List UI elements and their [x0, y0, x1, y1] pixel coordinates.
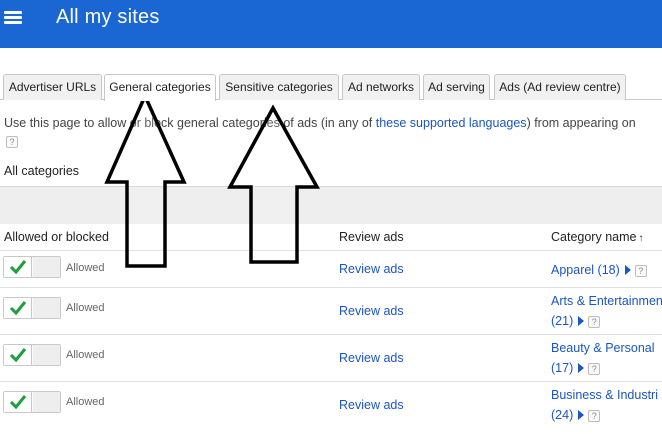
category-link[interactable]: Beauty & Personal: [551, 341, 655, 355]
header-review-ads: Review ads: [339, 230, 404, 244]
up-arrow-annotation: [227, 104, 320, 264]
header-category-label: Category name: [551, 230, 637, 244]
table-row: Allowed Review ads Beauty & Personal (17…: [0, 334, 662, 381]
category-link[interactable]: Business & Industri: [551, 388, 658, 402]
category-count[interactable]: (17)?: [551, 361, 601, 375]
review-ads-link[interactable]: Review ads: [339, 304, 404, 318]
header-category-name[interactable]: Category name ↑: [551, 230, 643, 244]
allow-block-toggle[interactable]: [3, 391, 61, 413]
table-row: Allowed Review ads Arts & Entertainmen (…: [0, 287, 662, 334]
intro-text-start: Use this page to allow or block general …: [4, 116, 376, 130]
intro-text-end: ) from appearing on: [526, 116, 636, 130]
status-label: Allowed: [66, 302, 105, 314]
category-count-text: (24): [551, 408, 574, 422]
hamburger-menu-icon[interactable]: [4, 9, 24, 25]
table-row: Allowed Review ads Business & Industri (…: [0, 381, 662, 434]
status-label: Allowed: [66, 396, 105, 408]
checkmark-icon: [9, 348, 27, 363]
category-link[interactable]: Arts & Entertainmen: [551, 294, 662, 308]
category-count-text: (17): [551, 361, 574, 375]
status-label: Allowed: [66, 349, 105, 361]
allow-block-toggle[interactable]: [3, 297, 61, 319]
checkmark-icon: [9, 260, 27, 275]
category-count-text: (21): [551, 314, 574, 328]
sort-ascending-icon: ↑: [638, 233, 644, 244]
tab-ad-serving[interactable]: Ad serving: [423, 74, 490, 100]
category-count[interactable]: (21)?: [551, 314, 601, 328]
allow-block-toggle[interactable]: [3, 344, 61, 366]
tab-ads-review-centre[interactable]: Ads (Ad review centre): [494, 74, 626, 100]
expand-caret-icon[interactable]: [578, 363, 585, 373]
intro-text: Use this page to allow or block general …: [4, 116, 636, 130]
page-title: All my sites: [56, 6, 160, 28]
expand-caret-icon[interactable]: [578, 316, 585, 326]
tab-general-categories[interactable]: General categories: [104, 74, 216, 101]
category-help-icon[interactable]: ?: [588, 315, 601, 328]
category-help-icon[interactable]: ?: [588, 362, 601, 375]
review-ads-link[interactable]: Review ads: [339, 351, 404, 365]
category-count[interactable]: (24)?: [551, 408, 601, 422]
review-ads-link[interactable]: Review ads: [339, 398, 404, 412]
all-categories-breadcrumb: All categories: [4, 164, 80, 178]
intro-help-icon[interactable]: ?: [6, 136, 18, 148]
top-app-bar: All my sites: [0, 0, 662, 48]
expand-caret-icon[interactable]: [624, 265, 631, 275]
table-toolbar-band: [0, 186, 662, 224]
supported-languages-link[interactable]: these supported languages: [376, 116, 527, 130]
category-help-icon[interactable]: ?: [634, 264, 647, 277]
category-name: Apparel (18): [551, 263, 620, 277]
checkmark-icon: [9, 301, 27, 316]
review-ads-link[interactable]: Review ads: [339, 262, 404, 276]
tab-ad-networks[interactable]: Ad networks: [342, 74, 420, 100]
category-help-icon[interactable]: ?: [588, 409, 601, 422]
expand-caret-icon[interactable]: [578, 410, 585, 420]
tab-sensitive-categories[interactable]: Sensitive categories: [219, 74, 339, 100]
table-row: Allowed Review ads Apparel (18)?: [0, 250, 662, 287]
allow-block-toggle[interactable]: [3, 256, 61, 278]
checkmark-icon: [9, 395, 27, 410]
status-label: Allowed: [66, 262, 105, 274]
header-allowed-or-blocked: Allowed or blocked: [4, 230, 109, 244]
category-link[interactable]: Apparel (18)?: [551, 263, 647, 277]
tab-advertiser-urls[interactable]: Advertiser URLs: [3, 74, 102, 100]
